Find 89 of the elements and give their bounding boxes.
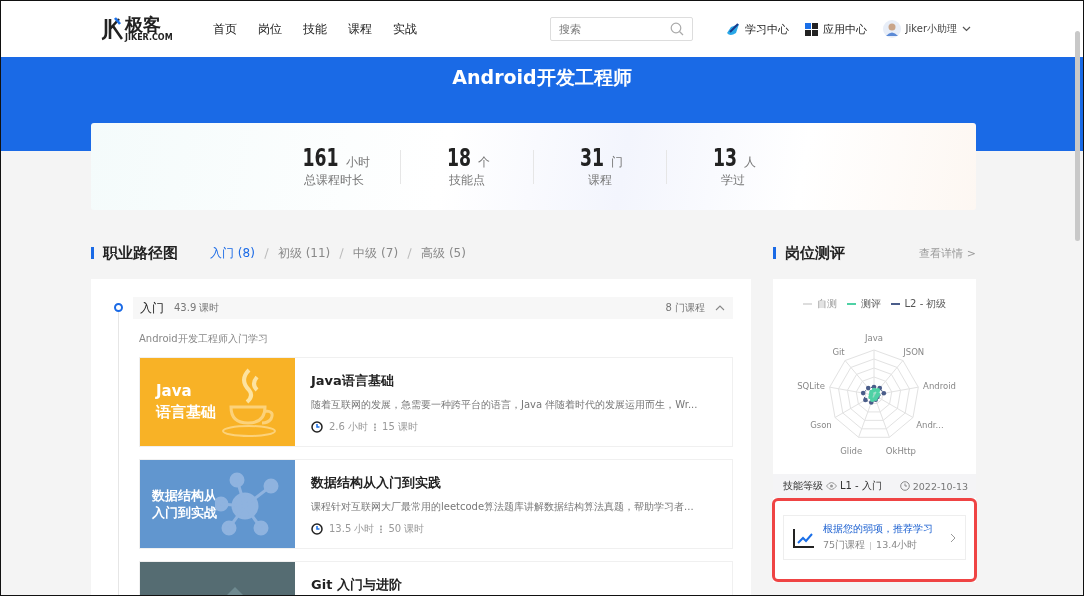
course-title: Java语言基础 [311,372,395,390]
thumbnail-text: 语言基础 [156,402,216,423]
chart-trend-icon [793,527,815,548]
page-title: Android开发工程师 [452,65,632,90]
chevron-icon [715,305,725,311]
thumbnail-text: 入门到实战 [152,504,217,522]
axis-label: Glide [840,445,863,456]
stat-label: 总课程时长 [304,172,364,189]
course-card[interactable]: 数据结构从 入门到实战 数据结构从入门到实践 课程针对互联网大厂最常用的leetcode算法题库讲解数据结构算法真题，帮助学习者... 13.5 小时 50 课时 [139,459,733,549]
assessment-date: 2022-10-13 [912,480,968,492]
search-field[interactable]: 搜索 [549,17,693,41]
course-hours: 13.5 小时 [329,522,375,536]
nav-link[interactable]: 实战 [392,20,438,38]
eye-icon [826,482,837,490]
stat-unit: 小时 [346,154,371,171]
recommendation-card[interactable]: 根据您的弱项，推荐学习 75门课程 13.4小时 [783,515,966,560]
radar-series-drawing [860,384,887,405]
course-description: 课程针对互联网大厂最常用的leetcode算法题库讲解数据结构算法真题，帮助学习者... [311,500,694,514]
search-icon [669,22,684,36]
course-card[interactable]: Git 入门与进阶 [139,561,733,595]
thumbnail-text: Java [156,381,193,402]
recommendation-hours: 13.4小时 [876,539,918,552]
stat-unit: 门 [610,154,623,171]
section-title: 职业路径图 [103,243,178,263]
axis-label: Android [923,380,956,391]
nav-link[interactable]: 课程 [347,20,393,38]
logo-subtext: JIKER.COM [125,34,173,42]
level-value: L1 - 入门 [840,479,882,493]
stage-header[interactable]: 入门 43.9 课时 8 门课程 [133,297,733,319]
stat-label: 课程 [588,172,612,189]
clock-icon [311,421,323,433]
course-lessons: 50 课时 [388,522,425,536]
recommendation-title: 根据您的弱项，推荐学习 [823,523,934,536]
stat-value: 13 [713,144,738,172]
stat-value: 18 [447,144,472,172]
stage-description: Android开发工程师入门学习 [139,332,269,346]
nav-link[interactable]: 首页 [212,20,258,38]
stage-name: 入门 [140,299,164,317]
section-title: 岗位测评 [785,243,845,263]
grid-icon [804,22,818,36]
section-marker [773,247,776,259]
nav-link[interactable]: 技能 [302,20,348,38]
avatar-icon [882,20,901,38]
axis-label: Java [865,333,883,343]
level-label: 技能等级 [783,479,823,493]
clock-icon [899,481,910,491]
timeline-dot [113,303,123,312]
stat-label: 技能点 [449,172,485,189]
axis-label: JSON [903,346,925,357]
stage-hours: 43.9 课时 [174,301,220,315]
user-menu[interactable]: Jiker小助理 [882,20,971,38]
header-link[interactable]: 学习中心 [725,21,789,37]
stat-value: 31 [580,144,605,172]
stat-label: 学过 [721,172,745,189]
logo-icon [101,17,123,41]
axis-label: Gson [810,420,832,430]
logo-text: 极客 [125,16,161,34]
legend-label: 测评 [860,297,881,311]
nav-link[interactable]: 岗位 [257,20,303,38]
stat-unit: 人 [743,154,756,171]
course-count: 8 门课程 [665,301,705,315]
stat-unit: 个 [477,154,490,171]
recommendation-courses: 75门课程 [823,539,866,552]
stat-value: 161 [302,144,339,172]
clock-icon [311,523,323,535]
course-lessons: 15 课时 [382,420,418,434]
course-description: 随着互联网的发展，急需要一种跨平台的语言，Java 伴随着时代的发展运用而生，Wr... [311,398,698,412]
course-title: Git 入门与进阶 [311,576,402,594]
caret-icon [962,26,971,32]
axis-label: Git [832,346,845,357]
axis-label: OkHttp [885,445,916,456]
axis-label: Andr... [916,420,944,430]
course-title: 数据结构从入门到实践 [311,474,442,492]
legend-label: 自测 [816,297,837,311]
network-icon [215,472,279,536]
level-tab[interactable]: 入门 (8) [210,244,255,262]
thumbnail-text: 数据结构从 [152,486,217,504]
section-marker [91,247,94,259]
course-card[interactable]: Java 语言基础 Java语言基础 随着互联网的发展，急需要一种跨平台的语言，Java 伴随着时代的发展运用而生，Wr... 2.6 小时 15 课时 [139,357,733,447]
legend-label: L2 - 初级 [904,297,947,311]
scrollbar[interactable] [1075,31,1080,241]
separator-icon [380,525,383,533]
separator-icon [374,423,377,431]
chevron-icon [950,532,956,543]
header-link[interactable]: 应用中心 [804,21,867,37]
logo[interactable]: 极客 JIKER.COM [101,16,173,42]
axis-label: SQLite [797,380,825,391]
arrow-icon [725,22,740,36]
course-hours: 2.6 小时 [329,420,369,434]
